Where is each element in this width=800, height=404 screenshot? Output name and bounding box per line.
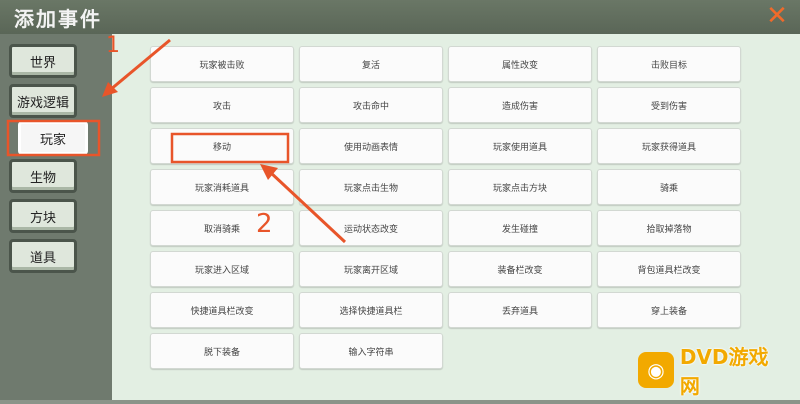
event-button[interactable]: 拾取掉落物 [597, 210, 741, 246]
event-button[interactable]: 玩家点击生物 [299, 169, 443, 205]
event-button-move[interactable]: 移动 [150, 128, 294, 164]
event-button[interactable]: 丢弃道具 [448, 292, 592, 328]
close-icon[interactable]: ✕ [764, 3, 790, 29]
event-button[interactable]: 选择快捷道具栏 [299, 292, 443, 328]
event-button[interactable]: 攻击 [150, 87, 294, 123]
event-button[interactable]: 属性改变 [448, 46, 592, 82]
event-button[interactable]: 击败目标 [597, 46, 741, 82]
watermark-text: DVD游戏网 [679, 345, 769, 398]
event-button[interactable]: 攻击命中 [299, 87, 443, 123]
sidebar-item-player[interactable]: 玩家 [18, 121, 88, 155]
event-button[interactable]: 装备栏改变 [448, 251, 592, 287]
site-watermark: ◉ DVD游戏网 [638, 345, 788, 398]
event-grid: 玩家被击败 复活 属性改变 击败目标 攻击 攻击命中 造成伤害 受到伤害 移动 … [150, 46, 741, 369]
event-button[interactable]: 背包道具栏改变 [597, 251, 741, 287]
event-button[interactable]: 输入字符串 [299, 333, 443, 369]
event-button[interactable]: 玩家获得道具 [597, 128, 741, 164]
event-button[interactable]: 骑乘 [597, 169, 741, 205]
event-button[interactable]: 运动状态改变 [299, 210, 443, 246]
title-bar: 添加事件 ✕ [0, 0, 800, 34]
event-button[interactable]: 穿上装备 [597, 292, 741, 328]
event-button[interactable]: 发生碰撞 [448, 210, 592, 246]
sidebar-item-creature[interactable]: 生物 [9, 159, 77, 193]
event-button[interactable]: 快捷道具栏改变 [150, 292, 294, 328]
sidebar-item-game-logic[interactable]: 游戏逻辑 [9, 84, 77, 118]
event-button[interactable]: 取消骑乘 [150, 210, 294, 246]
event-button[interactable]: 玩家使用道具 [448, 128, 592, 164]
category-sidebar: 世界 游戏逻辑 玩家 生物 方块 道具 [0, 34, 112, 400]
event-button[interactable]: 复活 [299, 46, 443, 82]
event-button[interactable]: 玩家消耗道具 [150, 169, 294, 205]
sidebar-item-block[interactable]: 方块 [9, 199, 77, 233]
sidebar-item-world[interactable]: 世界 [9, 44, 77, 78]
event-button[interactable]: 脱下装备 [150, 333, 294, 369]
event-button[interactable]: 受到伤害 [597, 87, 741, 123]
gamepad-icon: ◉ [638, 352, 674, 388]
event-button[interactable]: 玩家进入区域 [150, 251, 294, 287]
event-button[interactable]: 使用动画表情 [299, 128, 443, 164]
event-button[interactable]: 玩家被击败 [150, 46, 294, 82]
event-button[interactable]: 造成伤害 [448, 87, 592, 123]
event-button[interactable]: 玩家点击方块 [448, 169, 592, 205]
sidebar-item-item[interactable]: 道具 [9, 239, 77, 273]
event-button[interactable]: 玩家离开区域 [299, 251, 443, 287]
window-title: 添加事件 [14, 7, 102, 31]
